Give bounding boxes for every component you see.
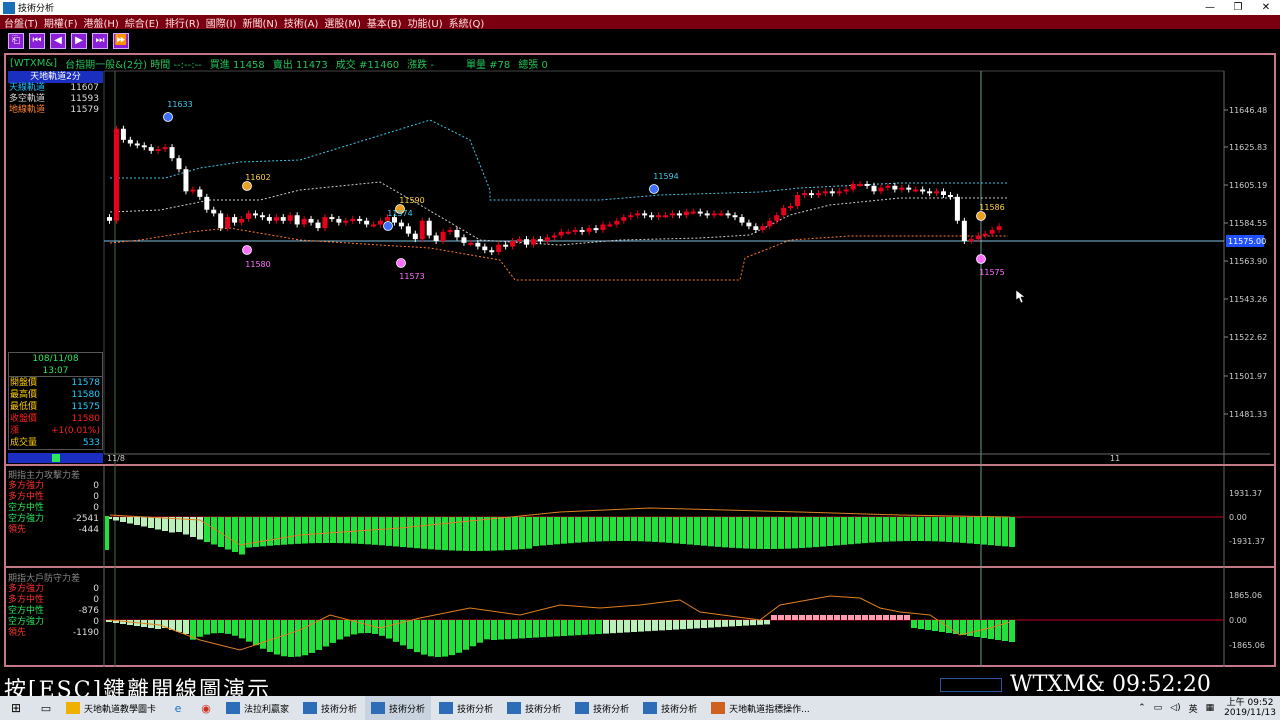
quote-row: 最高價 11580: [10, 390, 100, 400]
menu-item[interactable]: 新聞(N): [242, 15, 277, 30]
taskbar-app[interactable]: 技術分析: [501, 696, 567, 720]
ask-value: 賣出 11473: [272, 59, 328, 71]
bid-value: 買進 11458: [209, 59, 265, 71]
quote-time: 13:07: [9, 365, 102, 377]
windows-taskbar: ⊞ ▭ 天地軌道教學圖卡 e ◉ 法拉利贏家 技術分析 技術分析 技術分析 技術…: [0, 696, 1280, 720]
ticker-box: [940, 678, 1002, 692]
last-page-icon[interactable]: ⏭: [92, 33, 108, 49]
menu-item[interactable]: 台盤(T): [4, 15, 38, 30]
demo-banner: 按[ESC]鍵離開線圖演示 WTXM& 09:52:20: [0, 672, 1280, 703]
symbol-name: 台指期一般&(2分) 時間 --:--:--: [65, 59, 202, 71]
symbol-label: [WTXM&]: [10, 57, 58, 69]
taskbar-app[interactable]: 天地軌道指標操作...: [705, 696, 816, 720]
volume-value: 單量 #78: [465, 59, 511, 71]
menu-bar: 台盤(T) 期權(F) 港盤(H) 綜合(E) 排行(R) 國際(I) 新聞(N…: [0, 15, 1280, 30]
menu-item[interactable]: 選股(M): [324, 15, 360, 30]
indicator-panel: 天地軌道2分 天線軌道 11607 多空軌道 11593 地線軌道 11579: [8, 71, 103, 116]
chevron-up-icon[interactable]: ⌃: [1138, 703, 1146, 713]
next-icon[interactable]: ▶: [71, 33, 87, 49]
sub2-row: 領先 -1190: [8, 628, 99, 638]
first-page-icon[interactable]: ⏮: [29, 33, 45, 49]
prev-icon[interactable]: ◀: [50, 33, 66, 49]
scroll-indicator[interactable]: [8, 453, 103, 463]
toolbar: ⎗ ⏮ ◀ ▶ ⏭ ⏩: [0, 29, 1280, 53]
sub2-row: 空方中性 -876: [8, 606, 99, 616]
menu-item[interactable]: 港盤(H): [83, 15, 118, 30]
menu-item[interactable]: 排行(R): [165, 15, 200, 30]
indicator-title: 天地軌道2分: [8, 71, 103, 83]
sub1-row: 空方強力 -2541: [8, 514, 99, 524]
menu-item[interactable]: 國際(I): [206, 15, 237, 30]
menu-item[interactable]: 功能(U): [408, 15, 443, 30]
ime-indicator[interactable]: 英: [1189, 702, 1198, 715]
quote-row: 漲 +1(0.01%): [10, 426, 100, 436]
sub2-title: 期指大戶防守力差: [8, 574, 81, 584]
taskbar-app[interactable]: 技術分析: [637, 696, 703, 720]
settings-icon[interactable]: ⎗: [8, 33, 24, 49]
sub2-row: 多方強力 0: [8, 584, 99, 594]
menu-item[interactable]: 期權(F): [44, 15, 78, 30]
taskbar-app[interactable]: 技術分析: [569, 696, 635, 720]
sub1-values: 多方強力 0 多方中性 0 空方中性 0 空方強力 -2541 領先 -444: [8, 481, 103, 536]
total-value: 總張 0: [518, 59, 548, 71]
quote-date: 108/11/08: [32, 354, 79, 364]
keyboard-icon[interactable]: ▦: [1206, 703, 1215, 713]
task-view-icon[interactable]: ▭: [32, 702, 60, 715]
sub2-row: 空方強力 0: [8, 617, 99, 627]
chart-frame: [4, 53, 1276, 667]
window-titlebar: 技術分析 — ❐ ✕: [0, 0, 1280, 15]
quote-row: 最低價 11575: [10, 402, 100, 412]
indicator-row: 天線軌道 11607: [9, 83, 99, 93]
sub1-row: 領先 -444: [8, 525, 99, 535]
window-title: 技術分析: [18, 4, 55, 14]
menu-item[interactable]: 系統(Q): [449, 15, 485, 30]
quote-row: 開盤價 11578: [10, 378, 100, 388]
taskbar-app[interactable]: 技術分析: [433, 696, 499, 720]
quote-panel: 108/11/08 13:07 開盤價 11578 最高價 11580 最低價 11575…: [8, 352, 103, 450]
quote-row: 收盤價 11580: [10, 414, 100, 424]
maximize-button[interactable]: ❐: [1224, 2, 1252, 13]
menu-item[interactable]: 技術(A): [284, 15, 319, 30]
fast-forward-icon[interactable]: ⏩: [113, 33, 129, 49]
system-tray: ⌃ ▭ ◁) 英 ▦ 上午 09:52 2019/11/13: [1130, 696, 1276, 720]
windows-start-icon[interactable]: ⊞: [0, 701, 32, 715]
taskbar-app[interactable]: 技術分析: [297, 696, 363, 720]
network-icon[interactable]: ▭: [1154, 703, 1163, 713]
chrome-icon[interactable]: ◉: [192, 702, 220, 715]
change-value: 漲跌 -: [407, 59, 434, 71]
sub1-row: 多方中性 0: [8, 492, 99, 502]
sub2-values: 多方強力 0 多方中性 0 空方中性 -876 空方強力 0 領先 -1190: [8, 584, 103, 639]
indicator-row: 地線軌道 11579: [9, 105, 99, 115]
indicator-row: 多空軌道 11593: [9, 94, 99, 104]
clock[interactable]: 上午 09:52 2019/11/13: [1224, 698, 1276, 718]
menu-item[interactable]: 基本(B): [367, 15, 402, 30]
sub2-row: 多方中性 0: [8, 595, 99, 605]
taskbar-app[interactable]: 技術分析: [365, 696, 432, 720]
ticker-text: WTXM& 09:52:20: [1010, 672, 1211, 697]
menu-item[interactable]: 綜合(E): [125, 15, 159, 30]
app-icon: [3, 1, 15, 14]
sub1-title: 期指主力攻擊力差: [8, 471, 81, 481]
quote-infobar: [WTXM&] 台指期一般&(2分) 時間 --:--:-- 買進 11458 …: [10, 57, 556, 71]
close-button[interactable]: ✕: [1252, 2, 1280, 13]
ie-icon[interactable]: e: [164, 702, 192, 715]
sub1-row: 空方中性 0: [8, 503, 99, 513]
taskbar-app[interactable]: 天地軌道教學圖卡: [60, 696, 162, 720]
quote-row: 成交量 533: [10, 438, 100, 448]
deal-value: 成交 #11460: [335, 59, 400, 71]
sub1-row: 多方強力 0: [8, 481, 99, 491]
minimize-button[interactable]: —: [1196, 2, 1224, 13]
volume-icon[interactable]: ◁): [1170, 703, 1180, 713]
taskbar-app[interactable]: 法拉利贏家: [220, 696, 295, 720]
